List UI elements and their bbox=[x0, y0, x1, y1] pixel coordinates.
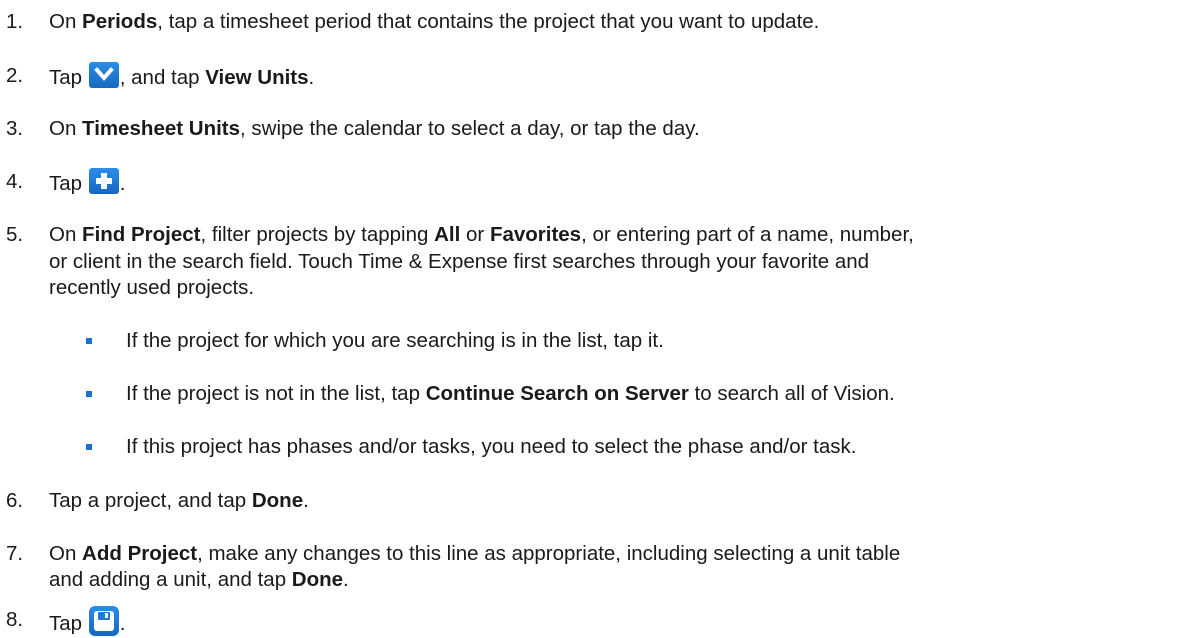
ui-term: Periods bbox=[82, 10, 158, 33]
step-text: On Timesheet Units, swipe the calendar t… bbox=[49, 117, 700, 140]
step-text: Tap a project, and tap Done. bbox=[49, 489, 309, 512]
step-number: 3. bbox=[6, 117, 24, 140]
ui-term: Done bbox=[251, 489, 304, 512]
ui-term: View Units bbox=[205, 66, 309, 89]
step-text: Tap . bbox=[49, 168, 125, 198]
save-icon bbox=[88, 606, 119, 636]
ui-term: Done bbox=[291, 568, 344, 591]
bullet-text: If the project for which you are searchi… bbox=[126, 329, 664, 352]
bullet-marker bbox=[86, 391, 92, 397]
plus-icon bbox=[88, 168, 119, 194]
ui-term: Continue Search on Server bbox=[425, 382, 689, 405]
instructions-document: 1. On Periods, tap a timesheet period th… bbox=[0, 0, 1190, 638]
step-5-continuation: recently used projects. bbox=[49, 276, 255, 299]
step-number: 2. bbox=[6, 64, 24, 87]
step-number: 8. bbox=[6, 608, 24, 631]
step-number: 5. bbox=[6, 223, 24, 246]
chevron-down-icon bbox=[88, 62, 119, 88]
step-7-continuation: and adding a unit, and tap Done. bbox=[49, 568, 349, 591]
bullet-text: If the project is not in the list, tap C… bbox=[126, 382, 895, 405]
ui-term: Find Project bbox=[82, 223, 201, 246]
ui-term: Favorites bbox=[489, 223, 582, 246]
ui-term: Timesheet Units bbox=[82, 117, 241, 140]
step-text: On Periods, tap a timesheet period that … bbox=[49, 10, 820, 33]
step-number: 7. bbox=[6, 542, 24, 565]
step-text: Tap , and tap View Units. bbox=[49, 62, 314, 92]
step-number: 4. bbox=[6, 170, 24, 193]
step-text: On Add Project, make any changes to this… bbox=[49, 542, 901, 565]
bullet-marker bbox=[86, 338, 92, 344]
bullet-text: If this project has phases and/or tasks,… bbox=[126, 435, 857, 458]
ui-term: All bbox=[434, 223, 461, 246]
ui-term: Add Project bbox=[82, 542, 198, 565]
step-5-continuation: or client in the search field. Touch Tim… bbox=[49, 250, 870, 273]
step-text: On Find Project, filter projects by tapp… bbox=[49, 223, 914, 246]
bullet-marker bbox=[86, 444, 92, 450]
step-number: 6. bbox=[6, 489, 24, 512]
step-number: 1. bbox=[6, 10, 24, 33]
step-text: Tap . bbox=[49, 606, 125, 638]
